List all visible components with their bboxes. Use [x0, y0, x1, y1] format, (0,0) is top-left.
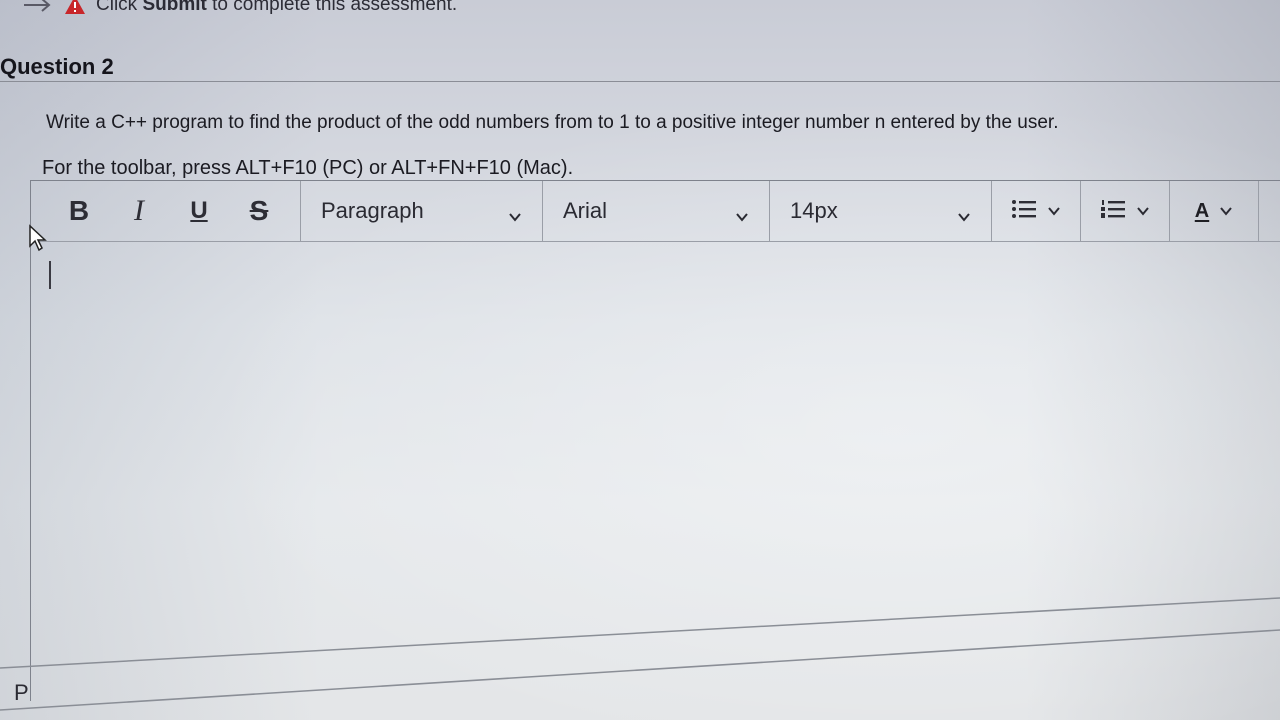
font-color-group: A: [1170, 181, 1259, 241]
format-buttons-group: B I U S: [31, 181, 301, 241]
question-prompt: Write a C++ program to find the product …: [46, 112, 1059, 133]
bold-button[interactable]: B: [49, 181, 109, 241]
bullet-list-icon: [1011, 198, 1037, 225]
notice-submit-word: Submit: [142, 0, 207, 15]
notice-text: Click Submit to complete this assessment…: [96, 0, 457, 16]
font-color-letter: A: [1194, 200, 1210, 222]
font-color-button[interactable]: A: [1170, 181, 1258, 241]
chevron-down-icon: [508, 204, 522, 222]
font-family-value: Arial: [563, 198, 608, 223]
element-path: P: [14, 680, 29, 705]
font-color-icon: A: [1195, 201, 1209, 221]
question-divider: [0, 81, 1280, 82]
block-format-dropdown[interactable]: Paragraph: [301, 181, 542, 241]
text-caret: [49, 261, 51, 289]
font-size-group: 14px: [770, 181, 992, 241]
chevron-down-icon: [1136, 204, 1150, 218]
chevron-down-icon: [735, 204, 749, 222]
numbered-list-group: [1081, 181, 1170, 241]
strikethrough-button[interactable]: S: [229, 181, 289, 241]
editor-toolbar: B I U S Paragraph Arial 14px A: [31, 181, 1280, 242]
arrow-right-icon: [22, 0, 54, 15]
editor-bottom-border: [0, 597, 1280, 711]
numbered-list-icon: [1100, 198, 1126, 225]
submit-notice: Click Submit to complete this assessment…: [22, 0, 457, 16]
chevron-down-icon: [1219, 204, 1233, 218]
question-title: Question 2: [0, 54, 114, 79]
chevron-down-icon: [1047, 204, 1061, 218]
font-size-dropdown[interactable]: 14px: [770, 181, 991, 241]
block-format-value: Paragraph: [321, 198, 424, 223]
font-size-value: 14px: [790, 198, 838, 223]
bullet-list-button[interactable]: [992, 181, 1080, 241]
notice-prefix: Click: [96, 0, 138, 15]
toolbar-hint: For the toolbar, press ALT+F10 (PC) or A…: [42, 157, 574, 179]
font-family-dropdown[interactable]: Arial: [543, 181, 769, 241]
chevron-down-icon: [957, 204, 971, 222]
font-family-group: Arial: [543, 181, 770, 241]
warning-icon: [64, 0, 86, 15]
numbered-list-button[interactable]: [1081, 181, 1169, 241]
block-format-group: Paragraph: [301, 181, 543, 241]
underline-button[interactable]: U: [169, 181, 229, 241]
italic-button[interactable]: I: [109, 181, 169, 241]
mouse-pointer-icon: [28, 224, 50, 252]
bullet-list-group: [992, 181, 1081, 241]
notice-suffix: to complete this assessment.: [212, 0, 458, 15]
